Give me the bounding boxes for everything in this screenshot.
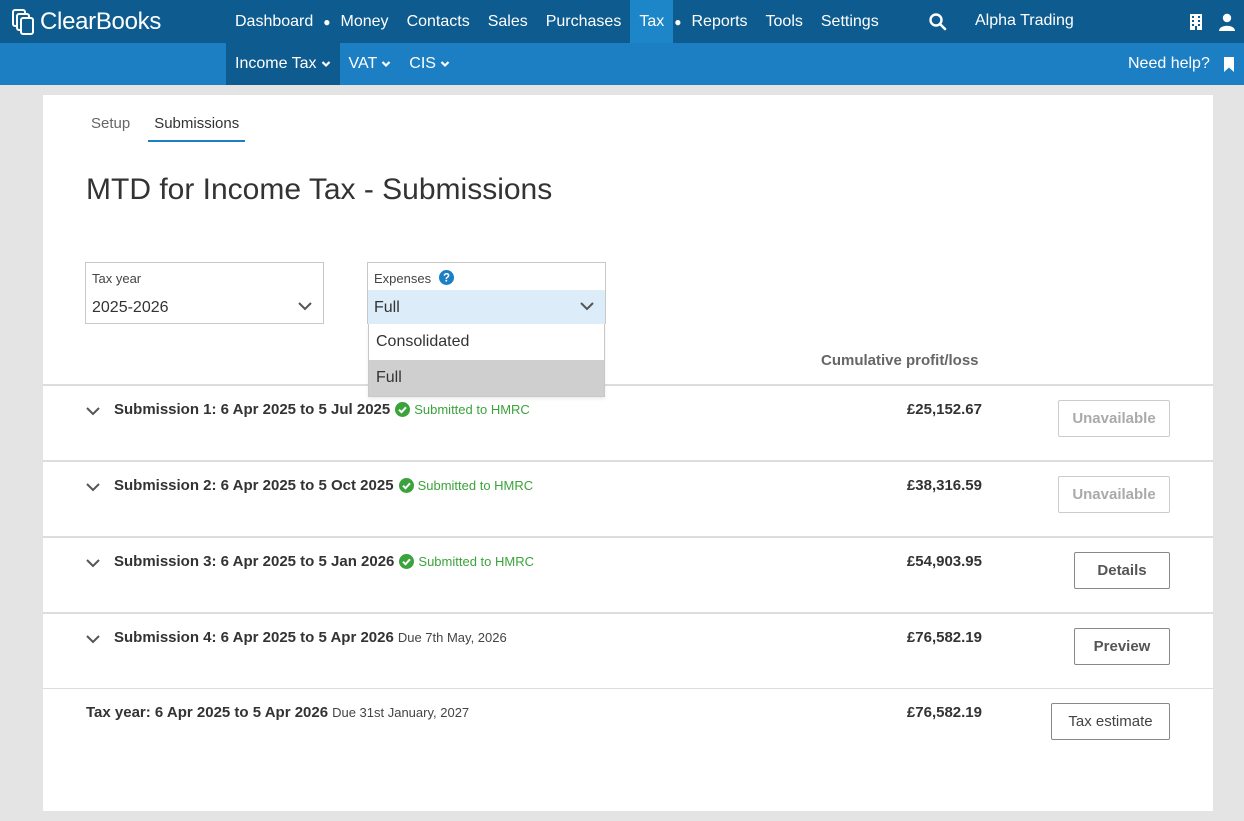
nav-sales[interactable]: Sales [479,0,537,43]
status-badge: Submitted to HMRC [395,402,530,417]
need-help-link[interactable]: Need help? [1128,55,1210,73]
expand-chevron-icon[interactable] [85,558,101,568]
chevron-down-icon [321,61,330,68]
expenses-label: Expenses [374,271,432,286]
expand-chevron-icon[interactable] [85,406,101,416]
chevron-down-icon [580,302,594,311]
status-text: Submitted to HMRC [418,554,534,569]
building-icon[interactable] [1189,13,1203,31]
nav-tools[interactable]: Tools [757,0,812,43]
nav-purchases[interactable]: Purchases [537,0,631,43]
check-circle-icon [398,478,414,493]
company-name[interactable]: Alpha Trading [975,12,1074,30]
subnav-income-tax[interactable]: Income Tax [226,43,340,85]
nav-contacts[interactable]: Contacts [398,0,479,43]
submission-title-text: Submission 1: 6 Apr 2025 to 5 Jul 2025 [114,401,391,418]
submission-row: Submission 4: 6 Apr 2025 to 5 Apr 2026 D… [43,612,1213,688]
logo-text: ClearBooks [40,8,162,35]
expenses-value: Full [374,299,400,316]
user-icon[interactable] [1218,13,1236,31]
nav-money[interactable]: Money [332,0,398,43]
status-text: Submitted to HMRC [417,478,534,493]
check-circle-icon [395,402,411,417]
logo-icon [10,7,38,37]
due-date: Due 7th May, 2026 [397,630,507,645]
status-badge: Submitted to HMRC [398,478,534,493]
tax-year-value: 2025-2026 [92,299,169,316]
expand-chevron-icon[interactable] [85,634,101,644]
cumulative-amount: £38,316.59 [906,477,982,494]
tax-subnav: Income Tax VAT CIS [226,43,459,85]
status-text: Submitted to HMRC [414,402,530,417]
cumulative-amount: £76,582.19 [906,629,982,646]
chevron-down-icon [298,302,312,311]
cumulative-amount: £25,152.67 [906,401,982,418]
subnav-cis[interactable]: CIS [400,43,459,85]
subnav-cis-label: CIS [409,55,436,72]
submission-title: Submission 4: 6 Apr 2025 to 5 Apr 2026 D… [114,629,507,646]
submission-title: Submission 1: 6 Apr 2025 to 5 Jul 2025 S… [114,401,530,418]
submission-title: Submission 3: 6 Apr 2025 to 5 Jan 2026 S… [114,553,534,570]
top-navigation-bar: ClearBooks Dashboard ● Money Contacts Sa… [0,0,1244,43]
main-card: Setup Submissions MTD for Income Tax - S… [43,95,1213,811]
submission-title-text: Submission 3: 6 Apr 2025 to 5 Jan 2026 [114,553,395,570]
clearbooks-logo[interactable]: ClearBooks [10,6,161,38]
nav-dot-separator: ● [674,14,682,29]
tax-year-select[interactable]: Tax year 2025-2026 [85,262,324,324]
option-full[interactable]: Full [369,360,604,396]
tab-setup[interactable]: Setup [91,115,130,142]
tax-year-summary-row: Tax year: 6 Apr 2025 to 5 Apr 2026 Due 3… [43,688,1213,764]
submission-row: Submission 3: 6 Apr 2025 to 5 Jan 2026 S… [43,536,1213,612]
tax-year-label: Tax year [92,271,142,286]
submission-row: Submission 1: 6 Apr 2025 to 5 Jul 2025 S… [43,384,1213,460]
page-title: MTD for Income Tax - Submissions [86,173,553,206]
nav-dashboard[interactable]: Dashboard [226,0,322,43]
nav-reports[interactable]: Reports [682,0,756,43]
subnav-vat[interactable]: VAT [340,43,401,85]
chevron-down-icon [382,61,391,68]
submission-title-text: Submission 2: 6 Apr 2025 to 5 Oct 2025 [114,477,394,494]
tax-year-amount: £76,582.19 [906,704,982,721]
subnav-income-tax-label: Income Tax [235,55,317,72]
nav-tax[interactable]: Tax [630,0,674,43]
tax-year-title: Tax year: 6 Apr 2025 to 5 Apr 2026 Due 3… [86,704,469,721]
tab-submissions[interactable]: Submissions [148,115,246,142]
subnav-vat-label: VAT [348,55,378,72]
bookmark-icon[interactable] [1223,57,1235,72]
status-badge: Submitted to HMRC [399,554,534,569]
details-button[interactable]: Details [1074,552,1170,589]
option-consolidated[interactable]: Consolidated [369,324,604,360]
unavailable-button[interactable]: Unavailable [1058,476,1170,513]
unavailable-button[interactable]: Unavailable [1058,400,1170,437]
due-date: Due 31st January, 2027 [332,705,470,720]
cumulative-amount: £54,903.95 [906,553,982,570]
page-tabs: Setup Submissions [91,115,269,142]
tax-estimate-button[interactable]: Tax estimate [1051,703,1170,740]
nav-dot-separator: ● [323,14,331,29]
tax-year-title-text: Tax year: 6 Apr 2025 to 5 Apr 2026 [86,704,329,721]
preview-button[interactable]: Preview [1074,628,1170,665]
nav-settings[interactable]: Settings [812,0,888,43]
chevron-down-icon [440,61,450,68]
cumulative-profit-header: Cumulative profit/loss [821,352,979,369]
main-nav: Dashboard ● Money Contacts Sales Purchas… [226,0,888,43]
svg-text:?: ? [443,273,450,285]
search-icon[interactable] [928,12,948,32]
submission-title-text: Submission 4: 6 Apr 2025 to 5 Apr 2026 [114,629,394,646]
help-icon[interactable]: ? [439,270,454,285]
submission-row: Submission 2: 6 Apr 2025 to 5 Oct 2025 S… [43,460,1213,536]
expenses-select[interactable]: Expenses ? Full [367,262,606,324]
expand-chevron-icon[interactable] [85,482,101,492]
check-circle-icon [399,554,415,569]
sub-navigation-bar: Income Tax VAT CIS Need help? [0,43,1244,85]
submission-title: Submission 2: 6 Apr 2025 to 5 Oct 2025 S… [114,477,533,494]
expenses-dropdown-menu: Consolidated Full [368,324,605,397]
